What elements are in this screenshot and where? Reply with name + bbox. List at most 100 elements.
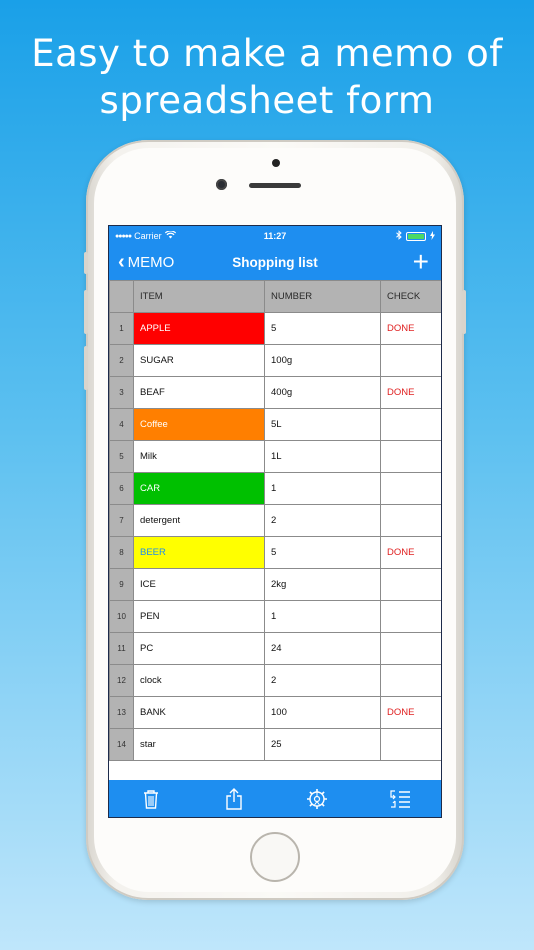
power-button (462, 290, 466, 334)
number-cell[interactable]: 24 (264, 632, 381, 665)
item-cell[interactable]: Milk (133, 440, 265, 473)
number-cell[interactable]: 1L (264, 440, 381, 473)
row-number-cell[interactable]: 7 (109, 504, 134, 537)
home-button[interactable] (250, 832, 300, 882)
number-cell[interactable]: 100 (264, 696, 381, 729)
check-cell[interactable] (380, 600, 441, 633)
row-number-cell[interactable]: 10 (109, 600, 134, 633)
table-row: 9 ICE 2kg (109, 568, 441, 601)
table-row: 4 Coffee 5L (109, 408, 441, 441)
item-cell[interactable]: clock (133, 664, 265, 697)
check-cell[interactable] (380, 504, 441, 537)
check-cell[interactable]: DONE (380, 536, 441, 569)
settings-gear-icon[interactable] (306, 788, 328, 810)
add-button[interactable]: + (413, 247, 429, 277)
volume-up-button (84, 290, 88, 334)
table-row: 8 BEER 5 DONE (109, 536, 441, 569)
header-row: ITEM NUMBER CHECK (109, 280, 441, 313)
earpiece-speaker (249, 183, 301, 188)
number-cell[interactable]: 2 (264, 504, 381, 537)
headline-line-1: Easy to make a memo of (31, 32, 503, 75)
row-number-cell[interactable]: 4 (109, 408, 134, 441)
corner-cell[interactable] (109, 280, 134, 313)
item-cell[interactable]: CAR (133, 472, 265, 505)
bottom-toolbar (109, 780, 441, 817)
table-row: 13 BANK 100 DONE (109, 696, 441, 729)
table-row: 10 PEN 1 (109, 600, 441, 633)
table-row: 12 clock 2 (109, 664, 441, 697)
check-cell[interactable]: DONE (380, 696, 441, 729)
check-cell[interactable] (380, 728, 441, 761)
row-number-cell[interactable]: 8 (109, 536, 134, 569)
item-cell[interactable]: ICE (133, 568, 265, 601)
navigation-bar: ‹ MEMO Shopping list + (109, 246, 441, 280)
row-number-cell[interactable]: 5 (109, 440, 134, 473)
number-cell[interactable]: 400g (264, 376, 381, 409)
check-cell[interactable] (380, 632, 441, 665)
item-cell[interactable]: BEAF (133, 376, 265, 409)
check-cell[interactable] (380, 408, 441, 441)
column-header-number[interactable]: NUMBER (264, 280, 381, 313)
check-cell[interactable]: DONE (380, 312, 441, 345)
share-icon[interactable] (223, 787, 245, 810)
row-number-cell[interactable]: 3 (109, 376, 134, 409)
sort-list-icon[interactable] (389, 788, 411, 810)
table-row: 3 BEAF 400g DONE (109, 376, 441, 409)
front-camera (216, 179, 227, 190)
row-number-cell[interactable]: 2 (109, 344, 134, 377)
item-cell[interactable]: BEER (133, 536, 265, 569)
battery-icon (406, 231, 426, 241)
row-number-cell[interactable]: 13 (109, 696, 134, 729)
spreadsheet: ITEM NUMBER CHECK 1 APPLE 5 DONE 2 SUGAR 100g 3… (109, 280, 441, 761)
row-number-cell[interactable]: 11 (109, 632, 134, 665)
check-cell[interactable] (380, 440, 441, 473)
number-cell[interactable]: 5 (264, 312, 381, 345)
table-row: 7 detergent 2 (109, 504, 441, 537)
number-cell[interactable]: 2 (264, 664, 381, 697)
table-row: 14 star 25 (109, 728, 441, 761)
number-cell[interactable]: 2kg (264, 568, 381, 601)
item-cell[interactable]: PC (133, 632, 265, 665)
row-number-cell[interactable]: 6 (109, 472, 134, 505)
bluetooth-icon (396, 230, 402, 242)
table-row: 2 SUGAR 100g (109, 344, 441, 377)
trash-icon[interactable] (140, 788, 162, 810)
charging-bolt-icon (430, 230, 435, 242)
mute-switch (84, 252, 88, 274)
number-cell[interactable]: 5 (264, 536, 381, 569)
page-title: Shopping list (232, 255, 318, 270)
item-cell[interactable]: APPLE (133, 312, 265, 345)
row-number-cell[interactable]: 1 (109, 312, 134, 345)
status-time: 11:27 (263, 231, 287, 241)
table-row: 6 CAR 1 (109, 472, 441, 505)
number-cell[interactable]: 5L (264, 408, 381, 441)
item-cell[interactable]: PEN (133, 600, 265, 633)
table-row: 5 Milk 1L (109, 440, 441, 473)
column-header-check[interactable]: CHECK (380, 280, 441, 313)
volume-down-button (84, 346, 88, 390)
headline-line-2: spreadsheet form (99, 79, 435, 122)
row-number-cell[interactable]: 14 (109, 728, 134, 761)
spreadsheet-table: ITEM NUMBER CHECK 1 APPLE 5 DONE 2 SUGAR 100g 3… (109, 280, 441, 761)
number-cell[interactable]: 25 (264, 728, 381, 761)
item-cell[interactable]: Coffee (133, 408, 265, 441)
check-cell[interactable] (380, 568, 441, 601)
column-header-item[interactable]: ITEM (133, 280, 265, 313)
item-cell[interactable]: SUGAR (133, 344, 265, 377)
check-cell[interactable] (380, 472, 441, 505)
table-row: 1 APPLE 5 DONE (109, 312, 441, 345)
item-cell[interactable]: detergent (133, 504, 265, 537)
number-cell[interactable]: 1 (264, 600, 381, 633)
table-row: 11 PC 24 (109, 632, 441, 665)
row-number-cell[interactable]: 12 (109, 664, 134, 697)
proximity-sensor-dot (272, 159, 280, 167)
check-cell[interactable] (380, 664, 441, 697)
item-cell[interactable]: star (133, 728, 265, 761)
row-number-cell[interactable]: 9 (109, 568, 134, 601)
number-cell[interactable]: 100g (264, 344, 381, 377)
item-cell[interactable]: BANK (133, 696, 265, 729)
check-cell[interactable] (380, 344, 441, 377)
status-bar: ●●●●● Carrier 11:27 (109, 226, 441, 246)
check-cell[interactable]: DONE (380, 376, 441, 409)
number-cell[interactable]: 1 (264, 472, 381, 505)
